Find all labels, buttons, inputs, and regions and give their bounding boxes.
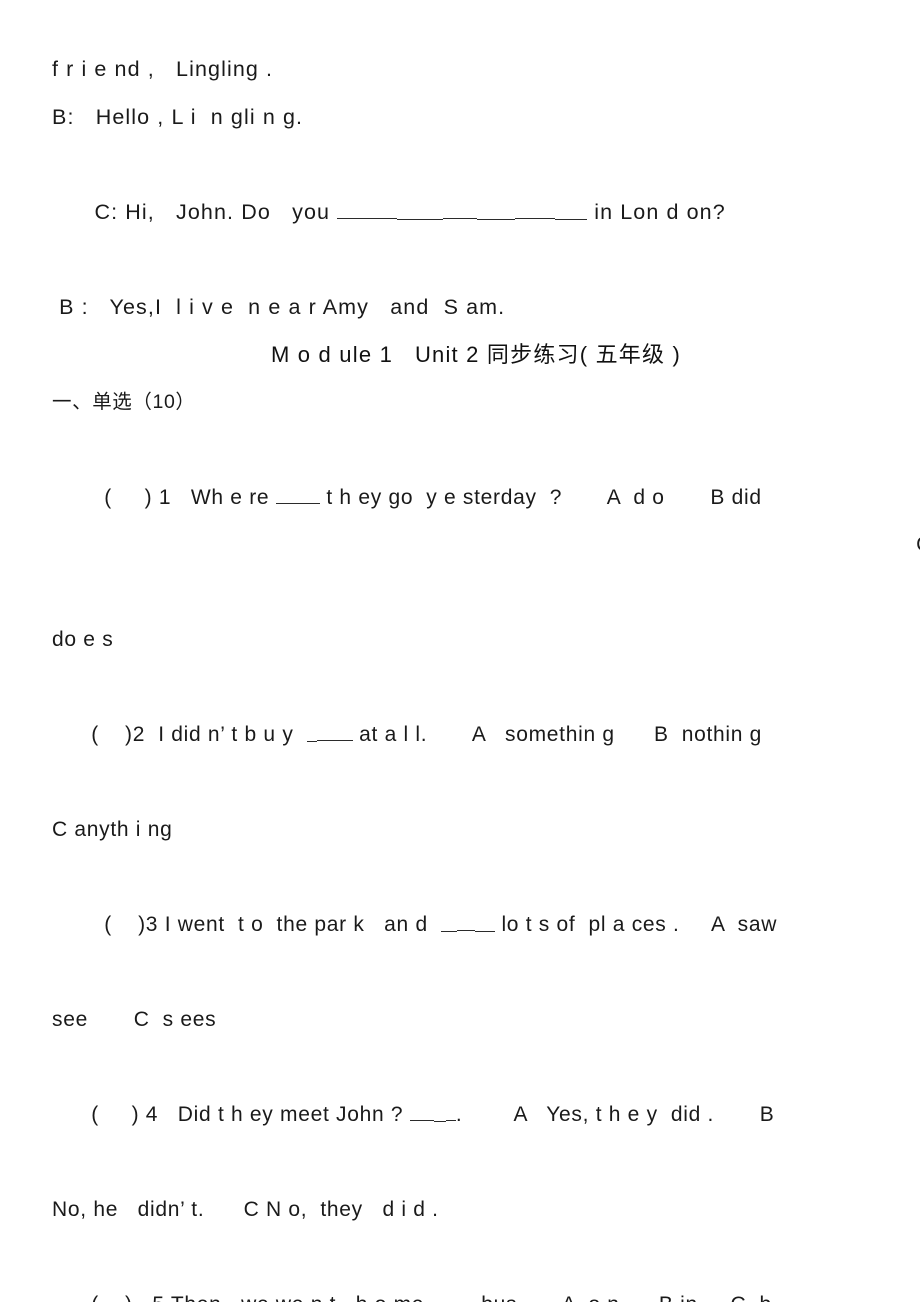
question-1-1-option-c: C bbox=[916, 521, 920, 569]
question-1-4-line-1: ( ) 4 Did t h ey meet John ? . A Yes, t … bbox=[52, 1044, 920, 1187]
dialogue-line-4: B : Yes,I l i v e n e a r Amy and S am. bbox=[52, 294, 506, 319]
section-heading-1: 一、单选（10） bbox=[52, 390, 196, 413]
question-1-3-suffix: lo t s of pl a ces . A saw bbox=[494, 913, 778, 936]
fill-in-blank[interactable] bbox=[440, 901, 495, 932]
question-1-4-prefix: ( ) 4 Did t h ey meet John ? bbox=[91, 1103, 410, 1126]
fill-in-blank[interactable] bbox=[409, 1091, 456, 1122]
dialogue-line-3-suffix: in Lon d on? bbox=[587, 199, 726, 224]
dialogue-line-3-prefix: C: Hi, John. Do you bbox=[94, 199, 338, 224]
question-1-2-suffix: at a l l. A somethin g B nothin g bbox=[352, 723, 763, 746]
question-1-4-line-2: No, he didn’ t. C N o, they d i d . bbox=[52, 1198, 439, 1221]
question-1-1-line-2: do e s bbox=[52, 628, 114, 651]
fill-in-blank[interactable] bbox=[306, 711, 353, 742]
question-1-2-line-2: C anyth i ng bbox=[52, 818, 173, 841]
dialogue-line-3: C: Hi, John. Do you in Lon d on? bbox=[52, 141, 920, 284]
fill-in-blank[interactable] bbox=[337, 189, 588, 220]
fill-in-blank[interactable] bbox=[275, 474, 320, 504]
question-1-4-suffix: . A Yes, t h e y did . B bbox=[455, 1103, 775, 1126]
question-1-3-line-2: see C s ees bbox=[52, 1008, 217, 1031]
question-1-1-suffix: t h ey go y e sterday ? A d o B did bbox=[319, 485, 762, 509]
question-1-2-prefix: ( )2 I did n’ t b u y bbox=[91, 723, 307, 746]
fill-in-blank[interactable] bbox=[431, 1281, 475, 1302]
worksheet-page: f r i e nd , Lingling . B: Hello , L i n… bbox=[0, 0, 920, 1302]
question-1-2-line-1: ( )2 I did n’ t b u y at a l l. A someth… bbox=[52, 664, 920, 807]
question-1-5-prefix: ( ) 5 Then we we n t h o me bbox=[91, 1293, 430, 1302]
question-1-3-prefix: ( )3 I went t o the par k an d bbox=[91, 913, 441, 936]
question-1-3-line-1: ( )3 I went t o the par k an d lo t s of… bbox=[52, 854, 920, 997]
question-1-5-suffix: bus . A o n B in C b bbox=[475, 1293, 772, 1302]
document-body: f r i e nd , Lingling . B: Hello , L i n… bbox=[52, 46, 920, 1302]
dialogue-line-1: f r i e nd , Lingling . bbox=[52, 57, 274, 81]
question-1-1-line-1: ( ) 1 Wh e re t h ey go y e sterday ? A … bbox=[52, 426, 920, 616]
page-title: M o d ule 1 Unit 2 同步练习( 五年级 ) bbox=[270, 342, 682, 367]
question-1-1-prefix: ( ) 1 Wh e re bbox=[91, 485, 276, 509]
question-1-5-line-1: ( ) 5 Then we we n t h o me bus . A o n … bbox=[52, 1234, 920, 1302]
dialogue-line-2: B: Hello , L i n gli n g. bbox=[52, 104, 304, 129]
